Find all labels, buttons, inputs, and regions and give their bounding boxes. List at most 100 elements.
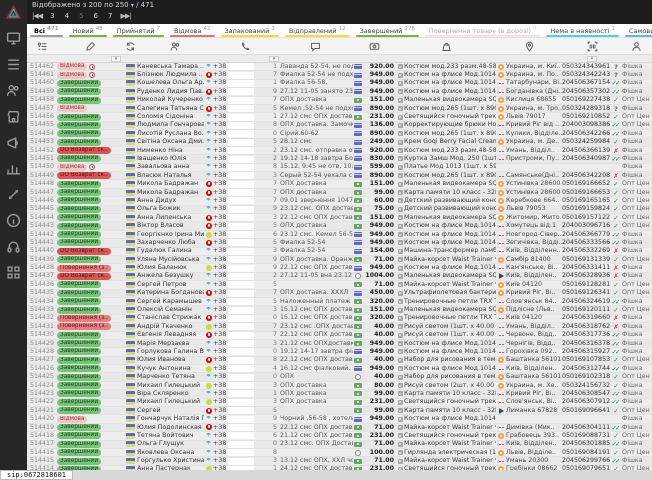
product-name: Костюм мод.265 (1шт. х 890.00 ...: [404, 105, 496, 113]
client-name: Андрій Ткаченко: [137, 323, 204, 331]
shop-icon[interactable]: [4, 107, 23, 126]
tracking-status: ✗: [610, 172, 622, 180]
ttn-filter-caret[interactable]: ▾: [587, 56, 597, 62]
column-header-manager-icon[interactable]: [622, 37, 650, 56]
tab-Нема в наявності[interactable]: Нема в наявності1: [543, 24, 622, 37]
status-filter-caret[interactable]: ▾: [111, 56, 121, 62]
order-comment: 28.12 смс: [278, 138, 353, 146]
tab-Запакований[interactable]: Запакований1: [218, 24, 282, 37]
tab-Відмова[interactable]: Відмова42: [167, 24, 217, 37]
kyivstar-operator-icon: *: [206, 173, 210, 179]
page-button-5[interactable]: 5: [77, 11, 85, 21]
order-count: 1: [269, 63, 278, 71]
column-header-sync-icon[interactable]: [123, 37, 137, 56]
tab-Прийнятий[interactable]: Прийнятий7: [110, 24, 167, 37]
payment-cash-icon: [354, 324, 362, 329]
order-total: 890.00: [363, 172, 396, 180]
tracking-status: ✓: [610, 189, 622, 197]
order-source: Фішка: [622, 239, 650, 247]
tab-count: 1: [271, 26, 275, 32]
column-header-product-icon[interactable]: [396, 37, 496, 56]
tab-Повернення товару (в дорозі)[interactable]: Повернення товару (в дорозі)0: [422, 24, 543, 37]
phone-redacted: [228, 88, 254, 95]
tab-Новий[interactable]: Новий48: [66, 24, 110, 37]
order-id: 514435: [27, 289, 57, 297]
monitor-icon[interactable]: [4, 29, 23, 48]
package-icon: [398, 282, 403, 287]
ukrposhta-delivery-icon: [498, 181, 504, 187]
status-pill: Завершений: [57, 181, 101, 188]
order-count: 2: [269, 155, 278, 163]
column-header-location-icon[interactable]: [496, 37, 562, 56]
order-id: 514416: [27, 449, 57, 457]
order-id: 514424: [27, 382, 57, 390]
first-page-button[interactable]: |◀◀: [32, 12, 42, 20]
page-button-7[interactable]: 7: [106, 11, 114, 21]
tracking-number: 0503242893184: [562, 105, 610, 113]
package-cell: [396, 383, 404, 388]
column-header-list-icon[interactable]: [27, 37, 57, 56]
sip-call-indicator[interactable]: sip:0672818601: [0, 470, 73, 480]
clients-icon: [170, 37, 181, 56]
headset-icon[interactable]: [4, 237, 23, 256]
order-total: 949.00: [363, 340, 396, 348]
tab-Самовивіз[interactable]: Самовивіз2: [622, 24, 652, 37]
delivery-cell: [496, 343, 506, 345]
payment-cell: [353, 333, 363, 338]
tab-Завершений[interactable]: Завершений278: [353, 24, 422, 37]
delivery-address: Кулики, Відділе..: [506, 130, 562, 138]
tab-underline: [170, 35, 214, 37]
order-comment: ОПХ доставка: [278, 189, 353, 197]
tab-Всі[interactable]: Всі471: [27, 24, 66, 37]
ttn-ok-icon: ✓: [613, 256, 618, 264]
column-header-phone-icon[interactable]: [213, 37, 278, 56]
flag-delivery-icon: [499, 408, 504, 414]
package-cell: [396, 232, 404, 237]
column-header-status-icon[interactable]: [57, 37, 123, 56]
tab-underline: [285, 35, 350, 37]
package-cell: [396, 324, 404, 329]
country-flag-cell: [123, 198, 137, 204]
column-header-money-icon[interactable]: [353, 37, 396, 56]
phone-filter-caret[interactable]: ▾: [269, 56, 279, 62]
order-status: Завершений: [57, 122, 123, 129]
package-icon: [398, 291, 403, 296]
package-icon: [398, 349, 403, 354]
page-size-caret-icon[interactable]: ▾: [131, 2, 134, 9]
order-count: 5: [269, 424, 278, 432]
page-button-6[interactable]: 6: [92, 11, 100, 21]
phone-redacted: [228, 181, 254, 188]
tools-icon[interactable]: [4, 185, 23, 204]
country-flag-cell: [123, 416, 137, 422]
tracking-status: ✓✓: [610, 331, 622, 339]
reminder-clock-icon: [89, 64, 95, 70]
client-phone: +38: [213, 306, 269, 314]
tab-Відправлений[interactable]: Відправлений12: [282, 24, 353, 37]
client-phone: +38: [213, 231, 269, 239]
info-icon[interactable]: [4, 211, 23, 230]
country-flag-cell: [123, 307, 137, 313]
client-phone: +38: [213, 415, 269, 423]
orders-icon[interactable]: [4, 55, 23, 74]
order-comment: 27.12 11-05 занято 23.12 смс. ...: [278, 88, 353, 96]
payment-cell: [353, 224, 363, 229]
stats-icon[interactable]: [4, 159, 23, 178]
apps-icon[interactable]: [4, 263, 23, 282]
last-page-button[interactable]: ▶▶|: [120, 12, 130, 20]
range-text: Відображено з 200 по 250: [32, 1, 129, 9]
order-source: Опт Центр: [622, 197, 650, 205]
package-icon: [398, 73, 403, 78]
column-header-comment-icon[interactable]: [278, 37, 353, 56]
ttn-ok-icon: ✓: [613, 407, 618, 415]
column-header-clients-icon[interactable]: [137, 37, 213, 56]
delivery-cell: [496, 198, 506, 204]
column-header-barcode-icon[interactable]: [562, 37, 622, 56]
payment-cell: [353, 366, 363, 371]
delivery-address: Слов'янськ, Ві..: [506, 398, 562, 406]
page-button-3[interactable]: 3: [48, 11, 56, 21]
clients-icon[interactable]: [4, 81, 23, 100]
page-button-4[interactable]: 4: [63, 11, 71, 21]
megaphone-icon[interactable]: [4, 133, 23, 152]
status-pill: Повернення (з..: [57, 265, 111, 272]
client-phone: +38: [213, 373, 269, 381]
